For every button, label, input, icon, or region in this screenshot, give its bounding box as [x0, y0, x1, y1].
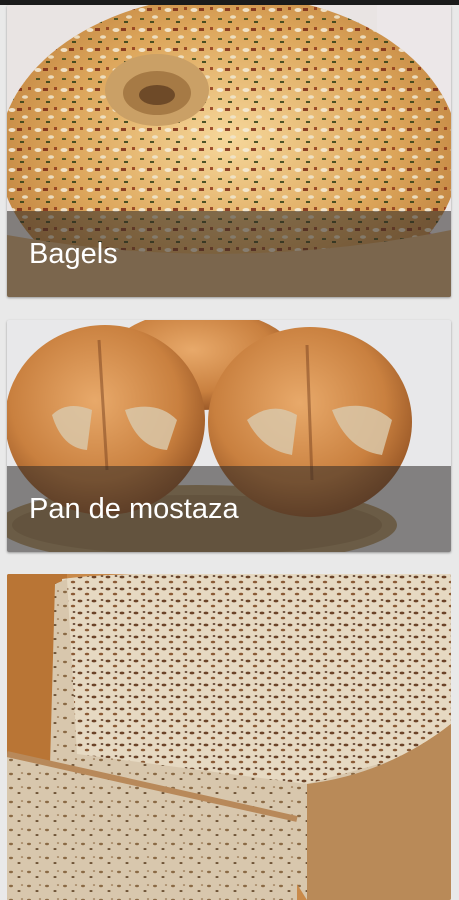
recipe-card-seeded-loaf[interactable]: [7, 574, 451, 900]
recipe-title: Pan de mostaza: [29, 493, 239, 525]
recipe-card-bagels[interactable]: Bagels: [7, 5, 451, 297]
recipe-card-pan-de-mostaza[interactable]: Pan de mostaza: [7, 320, 451, 552]
recipe-title: Bagels: [29, 238, 118, 270]
seeded-loaf-photo: [7, 574, 451, 900]
recipe-caption: Bagels: [7, 211, 451, 297]
recipe-list[interactable]: Bagels Pan de mostaza: [0, 0, 459, 900]
recipe-caption: Pan de mostaza: [7, 466, 451, 552]
